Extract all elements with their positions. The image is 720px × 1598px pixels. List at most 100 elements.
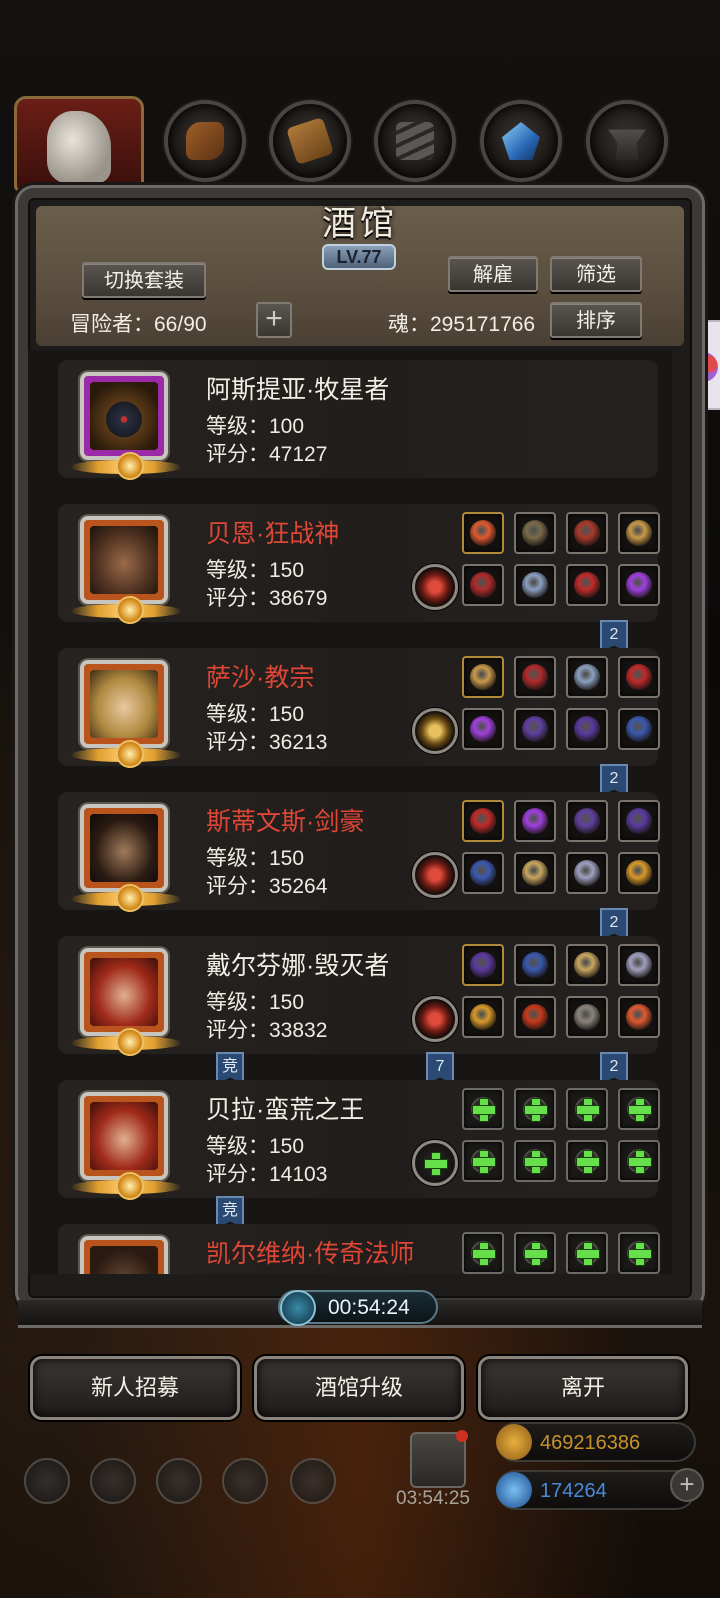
adventurer-level: 等级：150 bbox=[206, 991, 305, 1014]
adventurer-row[interactable]: 斯蒂文斯·剑豪 等级：150 评分：35264 bbox=[58, 792, 660, 912]
book-icon[interactable] bbox=[290, 1458, 336, 1504]
equipment-slot[interactable] bbox=[462, 656, 504, 698]
plus-icon bbox=[524, 1098, 548, 1122]
equipment-slot[interactable] bbox=[618, 852, 660, 894]
equipment-slot[interactable] bbox=[514, 512, 556, 554]
empty-equipment-slot[interactable] bbox=[514, 1140, 556, 1182]
equipment-slot[interactable] bbox=[514, 656, 556, 698]
equipment-slot[interactable] bbox=[566, 852, 608, 894]
equipment-slot[interactable] bbox=[566, 800, 608, 842]
adventurer-row[interactable]: 阿斯提亚·牧星者 等级：100 评分：47127 bbox=[58, 360, 658, 480]
add-slot-button[interactable]: + bbox=[256, 302, 292, 338]
equipment-slot[interactable] bbox=[514, 944, 556, 986]
empty-equipment-slot[interactable] bbox=[566, 1140, 608, 1182]
adventurer-row[interactable]: 贝恩·狂战神 等级：150 评分：38679 bbox=[58, 504, 660, 624]
equipment-slot[interactable] bbox=[462, 852, 504, 894]
adventurer-level: 等级：150 bbox=[206, 847, 305, 870]
settings-icon[interactable] bbox=[24, 1458, 70, 1504]
equipment-slot[interactable] bbox=[514, 564, 556, 606]
add-sigil-icon[interactable] bbox=[412, 1140, 458, 1186]
adventurer-row[interactable]: 凯尔维纳·传奇法师 bbox=[58, 1224, 660, 1274]
gold-wing-sigil-icon[interactable] bbox=[412, 708, 458, 754]
gift-box-icon[interactable] bbox=[410, 1430, 468, 1488]
equipment-slot[interactable] bbox=[566, 996, 608, 1038]
equipment-slot[interactable] bbox=[462, 800, 504, 842]
achievement-icon[interactable] bbox=[90, 1458, 136, 1504]
upgrade-tavern-button[interactable]: 酒馆升级 bbox=[254, 1356, 464, 1420]
add-gems-button[interactable]: + bbox=[670, 1468, 704, 1502]
horse-banner-icon[interactable] bbox=[14, 96, 144, 192]
empty-equipment-slot[interactable] bbox=[462, 1232, 504, 1274]
gold-rank-emblem-icon bbox=[116, 1172, 144, 1200]
purple-gem-icon bbox=[574, 664, 600, 690]
plus-icon bbox=[576, 1098, 600, 1122]
empty-equipment-slot[interactable] bbox=[566, 1088, 608, 1130]
adventurer-name: 凯尔维纳·传奇法师 bbox=[206, 1240, 415, 1268]
adventurer-portrait[interactable] bbox=[70, 1092, 182, 1200]
empty-equipment-slot[interactable] bbox=[618, 1140, 660, 1182]
red-demon-sigil-icon[interactable] bbox=[412, 996, 458, 1042]
filter-button[interactable]: 筛选 bbox=[550, 256, 642, 292]
equipment-slot[interactable] bbox=[618, 800, 660, 842]
empty-equipment-slot[interactable] bbox=[462, 1140, 504, 1182]
red-hair-woman-portrait-icon bbox=[90, 958, 158, 1026]
adventurer-list[interactable]: 阿斯提亚·牧星者 等级：100 评分：47127 贝恩·狂战神 等级：150 评分：386… bbox=[28, 350, 672, 1274]
equipment-slot[interactable] bbox=[514, 800, 556, 842]
equipment-slot[interactable] bbox=[618, 996, 660, 1038]
adventurer-row[interactable]: 戴尔芬娜·毁灭者 等级：150 评分：33832 bbox=[58, 936, 660, 1056]
switch-outfit-button[interactable]: 切换套装 bbox=[82, 262, 206, 298]
mail-icon[interactable] bbox=[222, 1458, 268, 1504]
equipment-slot[interactable] bbox=[566, 708, 608, 750]
empty-equipment-slot[interactable] bbox=[514, 1088, 556, 1130]
red-demon-sigil-icon[interactable] bbox=[412, 564, 458, 610]
empty-equipment-slot[interactable] bbox=[566, 1232, 608, 1274]
plus-icon bbox=[472, 1150, 496, 1174]
equipment-slot[interactable] bbox=[618, 708, 660, 750]
adventurer-portrait[interactable] bbox=[70, 516, 182, 624]
scroll-icon[interactable] bbox=[269, 100, 351, 182]
sort-button[interactable]: 排序 bbox=[550, 302, 642, 338]
timer-text: 00:54:24 bbox=[328, 1296, 410, 1319]
adventurer-portrait[interactable] bbox=[70, 660, 182, 768]
equipment-slot[interactable] bbox=[462, 564, 504, 606]
leave-button[interactable]: 离开 bbox=[478, 1356, 688, 1420]
equipment-slot[interactable] bbox=[566, 564, 608, 606]
iron-bars-icon[interactable] bbox=[374, 100, 456, 182]
equipment-icon[interactable] bbox=[156, 1458, 202, 1504]
adventurer-row[interactable]: 贝拉·蛮荒之王 等级：150 评分：14103 bbox=[58, 1080, 660, 1200]
equipment-slot[interactable] bbox=[514, 852, 556, 894]
equipment-slot[interactable] bbox=[618, 512, 660, 554]
adventurer-portrait[interactable] bbox=[70, 372, 182, 480]
equipment-slot[interactable] bbox=[462, 996, 504, 1038]
adventurer-portrait[interactable] bbox=[80, 1236, 168, 1274]
equipment-slot[interactable] bbox=[566, 944, 608, 986]
blue-crystal-icon[interactable] bbox=[480, 100, 562, 182]
empty-equipment-slot[interactable] bbox=[618, 1232, 660, 1274]
anvil-icon[interactable] bbox=[586, 100, 668, 182]
equipment-slot[interactable] bbox=[618, 564, 660, 606]
ruby-amulet-icon bbox=[522, 664, 548, 690]
empty-equipment-slot[interactable] bbox=[462, 1088, 504, 1130]
equipment-slot[interactable] bbox=[462, 944, 504, 986]
adventurer-name: 萨沙·教宗 bbox=[206, 664, 315, 692]
equipment-slot[interactable] bbox=[566, 656, 608, 698]
dismiss-button[interactable]: 解雇 bbox=[448, 256, 538, 292]
equipment-slot[interactable] bbox=[618, 656, 660, 698]
adventurer-portrait[interactable] bbox=[70, 804, 182, 912]
gold-wreath-icon bbox=[470, 520, 496, 546]
recruit-button[interactable]: 新人招募 bbox=[30, 1356, 240, 1420]
adventurer-row[interactable]: 萨沙·教宗 等级：150 评分：36213 bbox=[58, 648, 660, 768]
equipment-slot[interactable] bbox=[514, 996, 556, 1038]
empty-equipment-slot[interactable] bbox=[618, 1088, 660, 1130]
equipment-slot[interactable] bbox=[514, 708, 556, 750]
equipment-slot[interactable] bbox=[618, 944, 660, 986]
clock-icon bbox=[280, 1290, 316, 1326]
equipment-slot[interactable] bbox=[566, 512, 608, 554]
empty-equipment-slot[interactable] bbox=[514, 1232, 556, 1274]
red-demon-sigil-icon[interactable] bbox=[412, 852, 458, 898]
orange-crab-icon bbox=[626, 520, 652, 546]
boots-icon[interactable] bbox=[164, 100, 246, 182]
adventurer-portrait[interactable] bbox=[70, 948, 182, 1056]
equipment-slot[interactable] bbox=[462, 708, 504, 750]
equipment-slot[interactable] bbox=[462, 512, 504, 554]
